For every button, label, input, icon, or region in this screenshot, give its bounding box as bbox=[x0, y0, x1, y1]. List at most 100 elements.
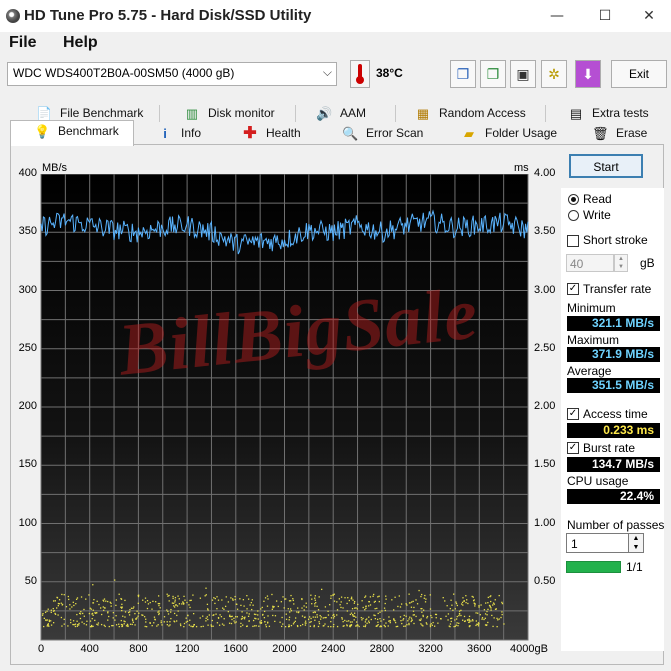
access-time-point bbox=[48, 625, 50, 627]
maximize-button[interactable]: ☐ bbox=[583, 0, 627, 32]
access-time-point bbox=[292, 623, 295, 625]
tab-folder-usage[interactable]: ▰ Folder Usage bbox=[461, 124, 557, 143]
access-time-point bbox=[267, 615, 269, 617]
access-time-point bbox=[290, 594, 292, 597]
access-time-point bbox=[135, 617, 137, 620]
access-time-point bbox=[421, 593, 423, 596]
access-time-point bbox=[498, 618, 500, 620]
transfer-rate-checkbox[interactable]: ✓ bbox=[567, 283, 579, 295]
access-time-point bbox=[394, 596, 396, 598]
access-time-point bbox=[412, 600, 414, 603]
minimize-button[interactable]: — bbox=[535, 0, 579, 32]
access-time-point bbox=[408, 622, 410, 625]
access-time-point bbox=[285, 618, 288, 620]
passes-spinner[interactable]: ▲ ▼ bbox=[628, 533, 644, 553]
read-radio[interactable] bbox=[568, 194, 579, 205]
access-time-point bbox=[265, 626, 268, 628]
copy-screen-button[interactable]: ❐ bbox=[480, 60, 506, 88]
short-stroke-input[interactable]: 40 bbox=[566, 254, 614, 272]
access-time-point bbox=[243, 617, 245, 619]
tab-error-scan[interactable]: 🔍 Error Scan bbox=[342, 124, 423, 143]
access-time-point bbox=[413, 606, 415, 609]
access-time-point bbox=[314, 616, 317, 618]
access-time-point bbox=[240, 625, 242, 628]
benchmark-icon: 💡 bbox=[34, 123, 51, 139]
tab-disk-monitor[interactable]: ▥ Disk monitor bbox=[184, 104, 275, 123]
access-time-point bbox=[56, 607, 58, 609]
tab-info[interactable]: i Info bbox=[157, 124, 201, 143]
access-time-point bbox=[257, 610, 259, 612]
access-time-point bbox=[296, 611, 298, 613]
exit-button[interactable]: Exit bbox=[611, 60, 667, 88]
access-time-point bbox=[465, 595, 467, 597]
access-time-point bbox=[251, 608, 253, 611]
start-button[interactable]: Start bbox=[569, 154, 643, 178]
access-time-point bbox=[374, 617, 377, 620]
y-tick-label: 300 bbox=[18, 283, 37, 296]
tab-random-access[interactable]: ▦ Random Access bbox=[415, 104, 526, 123]
access-time-point bbox=[263, 600, 265, 602]
access-time-point bbox=[112, 624, 114, 627]
access-time-point bbox=[219, 614, 221, 616]
access-time-point bbox=[299, 624, 302, 627]
close-button[interactable]: ✕ bbox=[627, 0, 671, 32]
tab-extra-tests[interactable]: ▤ Extra tests bbox=[568, 104, 649, 123]
write-radio[interactable] bbox=[568, 210, 579, 221]
tab-aam[interactable]: 🔊 AAM bbox=[316, 104, 366, 123]
access-time-point bbox=[231, 618, 233, 621]
menu-help[interactable]: Help bbox=[63, 34, 98, 52]
access-time-point bbox=[369, 604, 372, 606]
access-time-point bbox=[405, 603, 407, 605]
drive-select[interactable]: WDC WDS400T2B0A-00SM50 (4000 gB) ⌵ bbox=[7, 62, 337, 86]
access-time-point bbox=[400, 603, 403, 605]
y-tick-label: 250 bbox=[18, 341, 37, 354]
access-time-point bbox=[379, 611, 381, 613]
screenshot-button[interactable]: ▣ bbox=[510, 60, 536, 88]
access-time-point bbox=[83, 615, 85, 617]
short-stroke-spinner[interactable]: ▲ ▼ bbox=[614, 254, 628, 272]
x-tick-label: 3600 bbox=[467, 643, 492, 655]
passes-input[interactable]: 1 bbox=[566, 533, 630, 553]
access-time-point bbox=[305, 606, 308, 608]
access-time-point bbox=[333, 623, 335, 626]
access-time-point bbox=[288, 625, 290, 628]
access-time-point bbox=[357, 603, 359, 606]
access-time-point bbox=[69, 604, 71, 606]
access-time-point bbox=[53, 609, 55, 612]
y-tick-label: 150 bbox=[18, 458, 37, 471]
burst-rate-checkbox[interactable]: ✓ bbox=[567, 442, 579, 454]
access-time-point bbox=[484, 617, 487, 619]
access-time-point bbox=[498, 594, 500, 597]
options-button[interactable]: ✲ bbox=[541, 60, 567, 88]
access-time-point bbox=[469, 625, 471, 627]
access-time-point bbox=[420, 618, 422, 620]
access-time-point bbox=[211, 619, 213, 622]
access-time-point bbox=[163, 616, 166, 618]
copy-info-button[interactable]: ❐ bbox=[450, 60, 476, 88]
access-time-point bbox=[190, 625, 192, 627]
download-button[interactable]: ⬇ bbox=[575, 60, 601, 88]
tab-health[interactable]: ✚ Health bbox=[242, 124, 300, 143]
access-time-point bbox=[472, 600, 475, 602]
access-time-point bbox=[166, 593, 168, 595]
access-time-point bbox=[280, 601, 283, 603]
access-time-point bbox=[131, 623, 133, 626]
access-time-point bbox=[225, 596, 227, 598]
thermometer-icon bbox=[350, 60, 370, 88]
access-time-point bbox=[429, 608, 432, 610]
tab-erase[interactable]: 🗑 Erase bbox=[592, 124, 647, 143]
menu-file[interactable]: File bbox=[9, 34, 37, 52]
access-time-point bbox=[107, 600, 109, 603]
access-time-point bbox=[120, 606, 122, 608]
access-time-checkbox[interactable]: ✓ bbox=[567, 408, 579, 420]
access-time-point bbox=[465, 601, 467, 604]
access-time-point bbox=[112, 612, 115, 614]
access-time-point bbox=[155, 601, 157, 603]
right-axis-unit: ms bbox=[514, 162, 529, 174]
access-time-point bbox=[96, 600, 98, 602]
access-time-point bbox=[365, 607, 367, 610]
short-stroke-checkbox[interactable] bbox=[567, 235, 579, 247]
access-time-point bbox=[146, 607, 149, 610]
access-time-point bbox=[467, 602, 469, 605]
tab-benchmark[interactable]: 💡 Benchmark bbox=[10, 120, 134, 146]
